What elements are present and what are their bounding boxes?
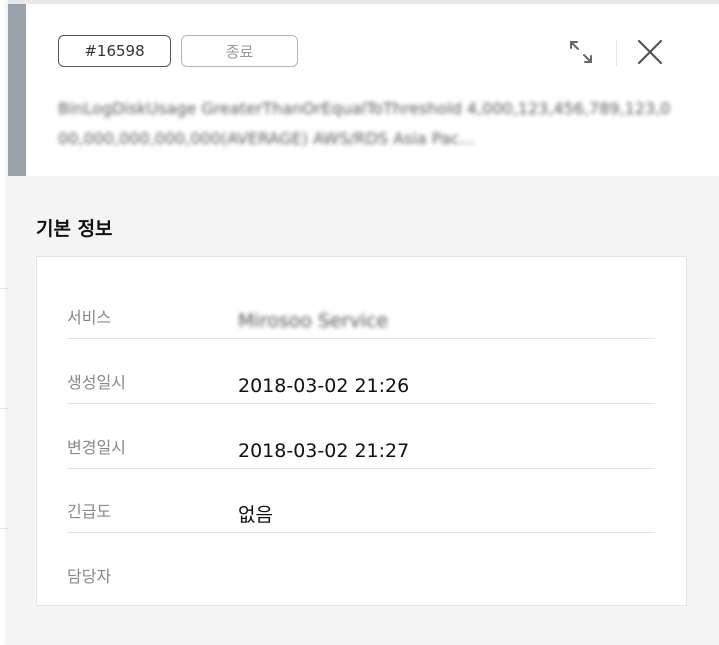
detail-panel: #16598 종료 BinLogDiskUsage GreaterThanOrE… bbox=[8, 0, 719, 645]
info-label: 담당자 bbox=[67, 567, 112, 586]
background-page-edge bbox=[0, 0, 8, 645]
issue-id-badge: #16598 bbox=[58, 35, 171, 67]
info-value: 없음 bbox=[238, 504, 273, 526]
status-badge: 종료 bbox=[181, 35, 298, 67]
info-label: 서비스 bbox=[67, 308, 112, 327]
background-divider bbox=[0, 528, 8, 529]
close-icon bbox=[637, 39, 663, 65]
header-divider bbox=[616, 40, 617, 66]
issue-title: BinLogDiskUsage GreaterThanOrEqualToThre… bbox=[58, 99, 671, 148]
expand-icon bbox=[570, 41, 592, 63]
background-divider bbox=[0, 288, 8, 289]
info-value: Mirosoo Service bbox=[238, 310, 389, 332]
info-value: 2018-03-02 21:26 bbox=[238, 375, 410, 397]
background-divider bbox=[0, 408, 8, 409]
info-row-service: 서비스 Mirosoo Service bbox=[67, 274, 655, 339]
info-label: 긴급도 bbox=[67, 502, 112, 521]
expand-button[interactable] bbox=[566, 37, 596, 67]
panel-header: #16598 종료 BinLogDiskUsage GreaterThanOrE… bbox=[8, 4, 719, 176]
info-value: 2018-03-02 21:27 bbox=[238, 440, 410, 462]
info-row-updated: 변경일시 2018-03-02 21:27 bbox=[67, 404, 655, 469]
section-title: 기본 정보 bbox=[36, 218, 113, 240]
info-row-urgency: 긴급도 없음 bbox=[67, 468, 655, 533]
info-row-assignee: 담당자 bbox=[67, 533, 655, 597]
close-button[interactable] bbox=[635, 37, 665, 67]
info-row-created: 생성일시 2018-03-02 21:26 bbox=[67, 339, 655, 404]
info-label: 변경일시 bbox=[67, 438, 126, 457]
basic-info-card: 서비스 Mirosoo Service 생성일시 2018-03-02 21:2… bbox=[36, 256, 687, 606]
status-accent-bar bbox=[8, 4, 26, 176]
info-label: 생성일시 bbox=[67, 373, 126, 392]
